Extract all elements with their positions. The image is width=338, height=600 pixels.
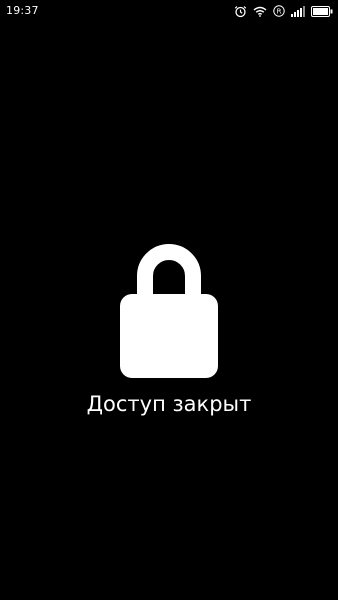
roaming-letter: R (277, 8, 282, 16)
alarm-icon (234, 5, 247, 18)
roaming-icon: R (273, 5, 285, 17)
status-bar: 19:37 R (0, 0, 338, 24)
access-denied-message: Доступ закрыт (86, 392, 252, 416)
lock-icon (119, 240, 219, 380)
status-time: 19:37 (6, 4, 39, 17)
signal-icon (291, 5, 305, 17)
status-icons: R (234, 4, 333, 18)
wifi-icon (253, 6, 267, 17)
battery-icon (311, 5, 333, 17)
